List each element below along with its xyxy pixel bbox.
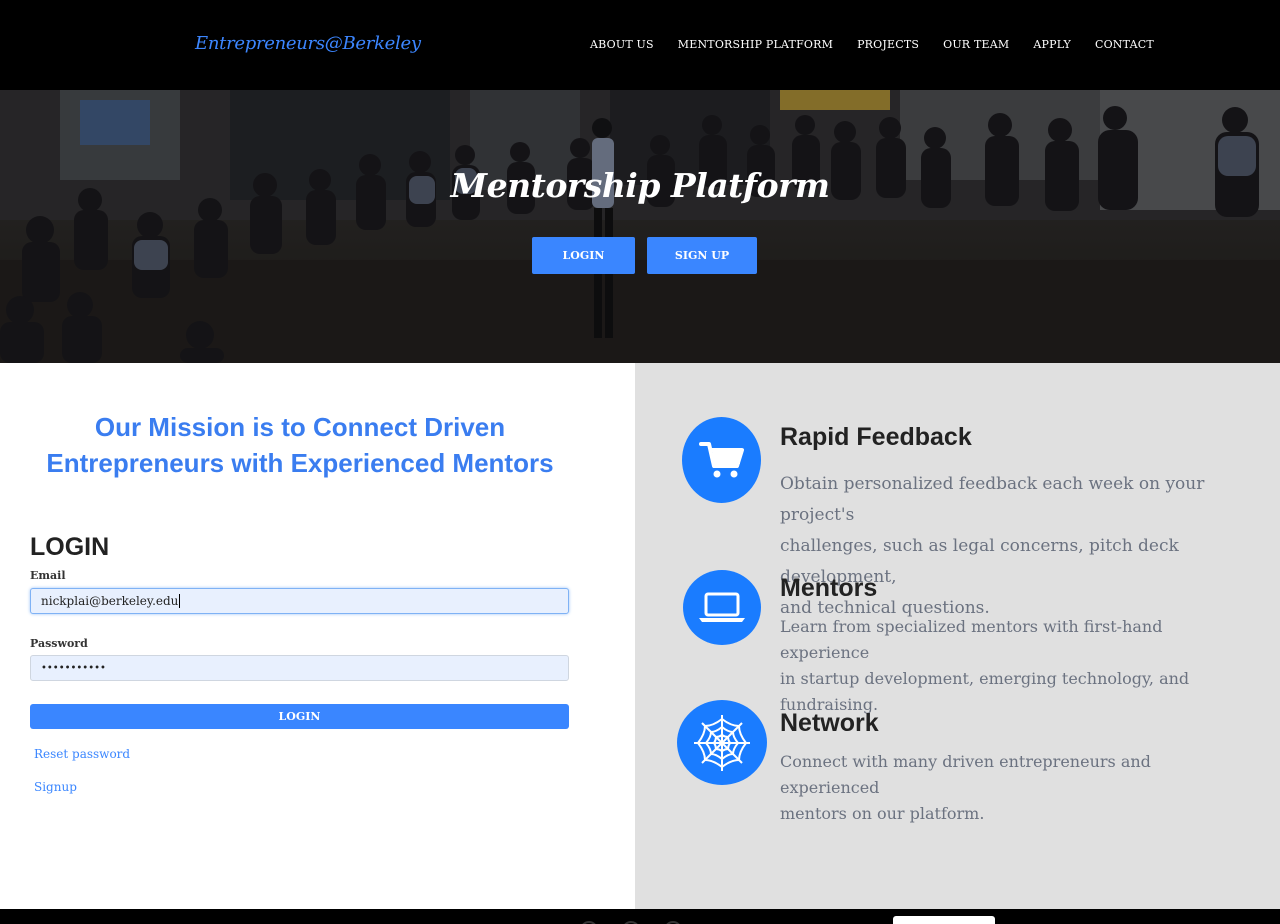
- mission-line-1: Our Mission is to Connect Driven: [94, 412, 506, 442]
- feature-title-mentors: Mentors: [780, 574, 878, 602]
- hero-signup-button[interactable]: SIGN UP: [647, 237, 757, 274]
- hero-overlay: [0, 90, 1280, 363]
- nav-links: ABOUT US MENTORSHIP PLATFORM PROJECTS OU…: [590, 38, 1178, 51]
- hero-banner: Mentorship Platform LOGIN SIGN UP: [0, 90, 1280, 363]
- feature-text-line: Learn from specialized mentors with firs…: [780, 617, 1163, 662]
- nav-mentorship-platform[interactable]: MENTORSHIP PLATFORM: [678, 38, 833, 51]
- email-field[interactable]: nickplai@berkeley.edu: [30, 588, 569, 614]
- feature-text-network: Connect with many driven entrepreneurs a…: [780, 749, 1245, 827]
- footer: [0, 909, 1280, 924]
- login-panel: Our Mission is to Connect Driven Entrepr…: [0, 363, 635, 909]
- email-label: Email: [30, 569, 66, 582]
- cart-icon: [682, 417, 761, 503]
- mission-statement: Our Mission is to Connect Driven Entrepr…: [30, 409, 570, 481]
- feature-title-rapid-feedback: Rapid Feedback: [780, 423, 972, 451]
- features-panel: Rapid Feedback Obtain personalized feedb…: [635, 363, 1280, 909]
- nav-apply[interactable]: APPLY: [1033, 38, 1071, 51]
- nav-projects[interactable]: PROJECTS: [857, 38, 919, 51]
- login-heading: LOGIN: [30, 533, 110, 561]
- signup-link[interactable]: Signup: [34, 780, 77, 794]
- nav-our-team[interactable]: OUR TEAM: [943, 38, 1009, 51]
- nav-contact[interactable]: CONTACT: [1095, 38, 1154, 51]
- nav-about-us[interactable]: ABOUT US: [590, 38, 654, 51]
- feature-text-line: Obtain personalized feedback each week o…: [780, 474, 1205, 525]
- feature-text-line: in startup development, emerging technol…: [780, 669, 1190, 688]
- feature-text-line: mentors on our platform.: [780, 804, 985, 823]
- feature-text-mentors: Learn from specialized mentors with firs…: [780, 614, 1245, 718]
- top-nav: Entrepreneurs@Berkeley ABOUT US MENTORSH…: [0, 0, 1280, 90]
- login-submit-button[interactable]: LOGIN: [30, 704, 569, 729]
- password-label: Password: [30, 637, 88, 650]
- email-field-value: nickplai@berkeley.edu: [41, 594, 179, 608]
- mission-line-2: Entrepreneurs with Experienced Mentors: [46, 448, 554, 478]
- footer-badge[interactable]: [893, 916, 995, 924]
- text-cursor: [179, 594, 181, 608]
- feature-text-line: Connect with many driven entrepreneurs a…: [780, 752, 1151, 797]
- password-field-value: •••••••••••: [41, 662, 106, 674]
- spider-web-icon: [677, 700, 767, 785]
- feature-title-network: Network: [780, 709, 879, 737]
- password-field[interactable]: •••••••••••: [30, 655, 569, 681]
- hero-title: Mentorship Platform: [450, 166, 830, 205]
- laptop-icon: [683, 570, 761, 645]
- reset-password-link[interactable]: Reset password: [34, 747, 130, 761]
- brand-logo[interactable]: Entrepreneurs@Berkeley: [195, 33, 421, 54]
- hero-login-button[interactable]: LOGIN: [532, 237, 635, 274]
